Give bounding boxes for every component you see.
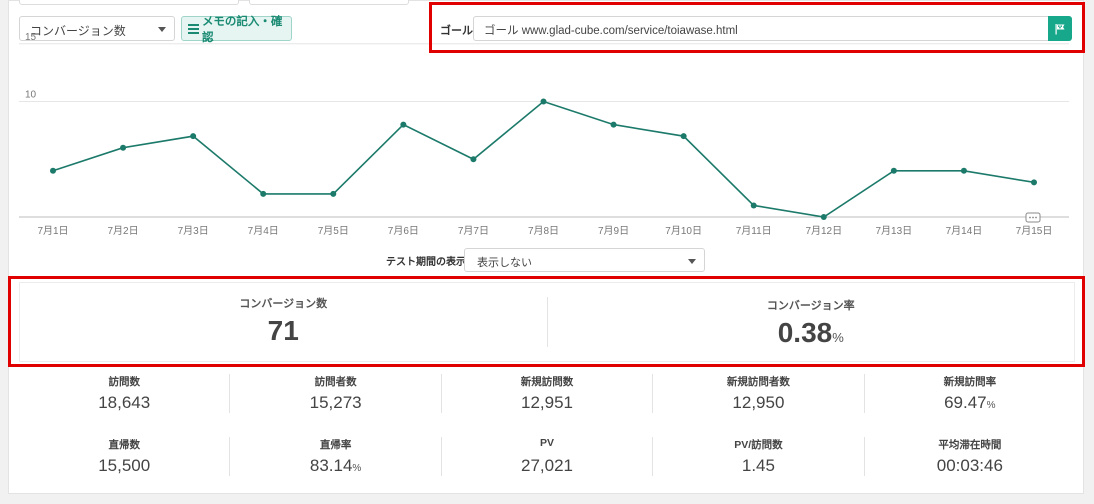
stat-cell: 直帰数 15,500 [19, 437, 229, 476]
x-tick-label: 7月4日 [248, 225, 279, 237]
x-tick-label: 7月8日 [528, 225, 559, 237]
data-point [330, 190, 337, 197]
stat-value: 18,643 [98, 393, 151, 412]
summary-value: 0.38% [777, 317, 844, 348]
stat-value: 15,500 [98, 456, 151, 475]
data-point [610, 121, 617, 128]
stat-value: 69.47% [944, 393, 996, 412]
x-tick-label: 7月15日 [1016, 225, 1053, 237]
stat-label: 直帰率 [319, 439, 352, 451]
x-tick-label: 7月6日 [388, 225, 419, 237]
stat-cell: 平均滞在時間 00:03:46 [863, 437, 1075, 476]
period-select-value: 表示しない [477, 257, 532, 269]
data-point [960, 167, 967, 174]
series-line [52, 100, 1035, 218]
stat-value: 12,951 [521, 393, 574, 412]
data-point [400, 121, 407, 128]
stat-label: 新規訪問数 [520, 376, 574, 388]
stat-cell: 訪問者数 15,273 [229, 374, 440, 413]
data-point [820, 214, 827, 220]
summary-cell: コンバージョン数 71 [20, 283, 547, 361]
stat-value: 1.45 [741, 456, 775, 475]
stats-row: 直帰数 15,500 直帰率 83.14% PV 27,021 PV/訪問数 1.45 … [19, 437, 1075, 476]
x-tick-label: 7月9日 [598, 225, 629, 237]
y-tick-label: 10 [25, 90, 37, 101]
summary-value: 71 [267, 315, 299, 346]
comment-icon [1025, 212, 1041, 223]
stat-cell: 新規訪問者数 12,950 [652, 374, 863, 413]
x-tick-label: 7月1日 [37, 225, 68, 237]
period-select[interactable]: 表示しない [464, 248, 705, 272]
stat-label: 新規訪問者数 [726, 376, 790, 388]
x-tick-label: 7月7日 [458, 225, 489, 237]
stat-label: 直帰数 [108, 439, 140, 451]
data-point [750, 202, 757, 209]
x-tick-label: 7月11日 [736, 225, 772, 237]
x-tick-label: 7月14日 [946, 225, 983, 237]
stat-cell: 直帰率 83.14% [229, 437, 440, 476]
stat-cell: 訪問数 18,643 [19, 374, 229, 413]
data-point [50, 167, 56, 174]
y-tick-label: 15 [25, 32, 37, 43]
summary-label: コンバージョン率 [766, 300, 855, 312]
data-point [190, 133, 197, 140]
x-tick-label: 7月5日 [318, 225, 349, 237]
period-label: テスト期間の表示 [386, 257, 466, 268]
data-point [120, 144, 127, 151]
x-tick-label: 7月2日 [108, 225, 139, 237]
data-point [260, 190, 267, 197]
summary-cell: コンバージョン率 0.38% [546, 297, 1075, 348]
stat-label: 訪問者数 [314, 376, 357, 388]
stat-value: 27,021 [521, 456, 574, 475]
summary-label: コンバージョン数 [239, 298, 328, 310]
data-point [680, 133, 687, 140]
data-point [890, 167, 897, 174]
stat-value: 83.14% [309, 456, 362, 475]
x-tick-label: 7月13日 [876, 225, 913, 237]
stat-label: 平均滞在時間 [938, 439, 1002, 451]
stat-value: 12,950 [732, 393, 785, 412]
report-panel: コンバージョン数 メモの記入・確認 ゴール ゴール www.glad-cube.… [8, 0, 1084, 494]
x-tick-label: 7月10日 [665, 225, 702, 237]
stat-label: PV/訪問数 [734, 439, 783, 451]
conversion-line-chart: 15 10 7月1日 7月2日 7月3日 7月4日 7月5日 7月6日 7月7日 7月8日 7月9日… [19, 32, 1069, 237]
stat-cell: PV/訪問数 1.45 [652, 437, 863, 476]
stat-value: 15,273 [309, 393, 362, 412]
stat-cell: 新規訪問数 12,951 [440, 374, 652, 413]
stat-label: 新規訪問率 [943, 376, 997, 388]
stat-cell: 新規訪問率 69.47% [863, 374, 1075, 413]
stat-label: 訪問数 [108, 376, 140, 388]
chevron-down-icon [688, 259, 696, 264]
data-point [470, 156, 477, 163]
x-tick-label: 7月3日 [178, 225, 209, 237]
data-point [1031, 179, 1037, 186]
conversion-summary: コンバージョン数 71 コンバージョン率 0.38% [19, 282, 1075, 362]
stat-label: PV [540, 437, 555, 449]
stat-cell: PV 27,021 [440, 437, 652, 476]
x-tick-label: 7月12日 [805, 225, 842, 237]
stats-row: 訪問数 18,643 訪問者数 15,273 新規訪問数 12,951 新規訪問者数 1… [19, 374, 1075, 413]
data-point [540, 98, 547, 105]
stat-value: 00:03:46 [936, 456, 1003, 475]
